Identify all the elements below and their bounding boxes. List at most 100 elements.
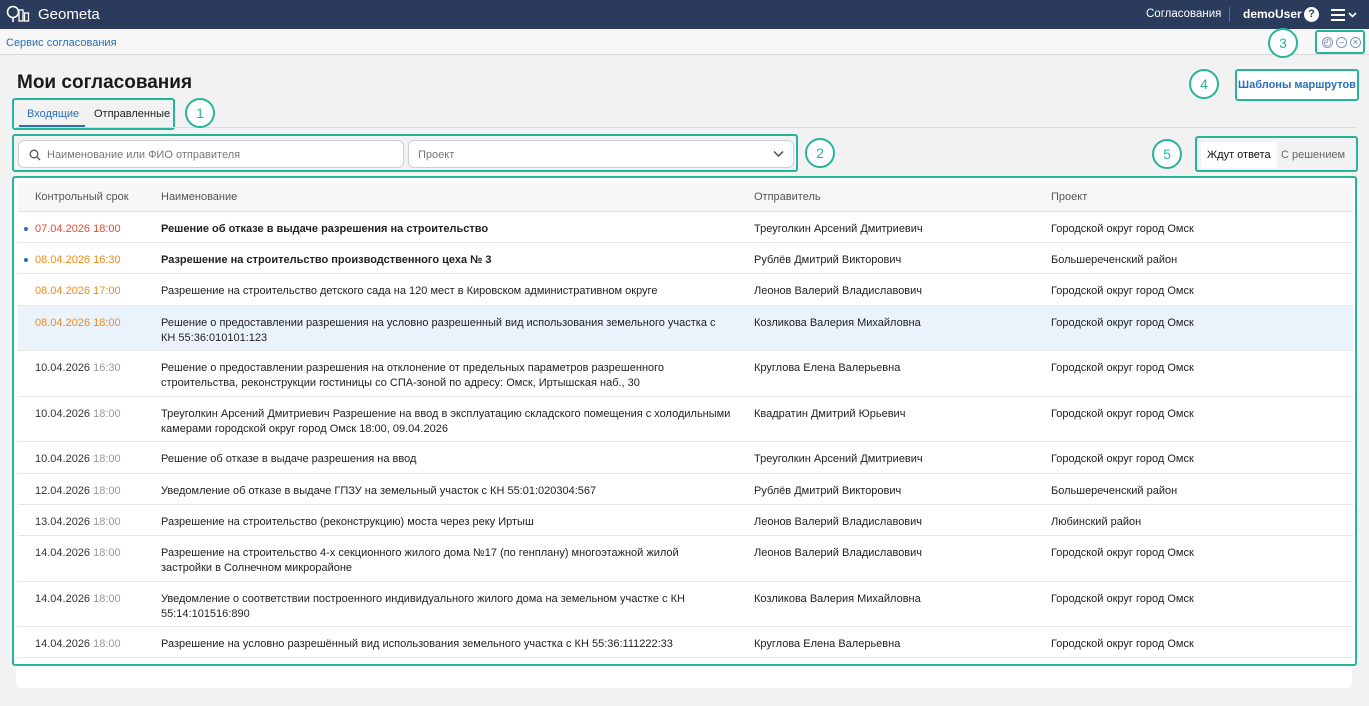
sender-cell: Леонов Валерий Владиславович — [754, 547, 923, 559]
deadline-date: 10.04.2026 — [35, 453, 91, 465]
deadline-date: 08.04.2026 — [35, 254, 91, 266]
route-templates-button[interactable]: Шаблоны маршрутов — [1235, 69, 1359, 101]
tab-incoming[interactable]: Входящие — [27, 108, 79, 120]
search-input[interactable] — [47, 147, 397, 163]
sender-cell: Козликова Валерия Михайловна — [754, 593, 921, 605]
column-header-sender[interactable]: Отправитель — [754, 191, 821, 203]
project-cell: Городской округ город Омск — [1051, 453, 1194, 465]
table-row[interactable]: 14.04.2026 18:00 Разрешение на условно ра… — [18, 627, 1353, 658]
status-awaiting-button[interactable]: Ждут ответа — [1201, 142, 1277, 168]
sender-cell: Леонов Валерий Владиславович — [754, 285, 923, 297]
tabs: Входящие Отправленные — [12, 98, 175, 130]
table-row[interactable]: 12.04.2026 18:00 Уведомление об отказе в … — [18, 474, 1353, 505]
close-icon[interactable]: × — [1350, 37, 1361, 48]
divider — [1229, 7, 1230, 22]
deadline-date: 08.04.2026 — [35, 285, 91, 297]
callout-badge: 1 — [185, 98, 215, 128]
nav-link-approvals[interactable]: Согласования — [1146, 8, 1221, 20]
search-icon — [29, 149, 41, 161]
deadline-cell: 13.04.2026 18:00 — [35, 515, 121, 530]
sender-cell: Козликова Валерия Михайловна — [754, 317, 921, 329]
deadline-cell: 10.04.2026 18:00 — [35, 407, 121, 422]
menu-icon[interactable] — [1330, 7, 1358, 23]
table-row[interactable]: 08.04.2026 18:00 Решение о предоставлении… — [18, 306, 1353, 351]
window-controls: ◴ – × — [1315, 30, 1365, 54]
divider — [16, 127, 1356, 128]
column-header-deadline[interactable]: Контрольный срок — [35, 191, 129, 203]
deadline-date: 14.04.2026 — [35, 638, 91, 650]
project-select[interactable]: Проект — [408, 140, 794, 168]
name-cell: Решение об отказе в выдаче разрешения на… — [161, 453, 417, 465]
name-cell: Разрешение на условно разрешённый вид ис… — [161, 638, 673, 650]
unread-dot-icon — [24, 258, 28, 262]
app-name: Geometa — [38, 6, 100, 23]
project-cell: Городской округ город Омск — [1051, 285, 1194, 297]
table-row[interactable]: 14.04.2026 18:00 Разрешение на строительс… — [18, 536, 1353, 582]
help-icon[interactable]: ? — [1304, 7, 1319, 22]
deadline-time: 18:00 — [93, 593, 121, 605]
project-cell: Большереченский район — [1051, 254, 1178, 266]
filters: Проект — [12, 134, 798, 172]
callout-badge: 5 — [1152, 139, 1182, 169]
deadline-time: 18:00 — [93, 638, 121, 650]
username[interactable]: demoUser — [1243, 7, 1302, 21]
name-cell: Уведомление об отказе в выдаче ГПЗУ на з… — [161, 485, 597, 497]
project-cell: Городской округ город Омск — [1051, 547, 1194, 559]
deadline-time: 18:00 — [93, 223, 121, 235]
name-cell: Решение об отказе в выдаче разрешения на… — [161, 223, 489, 235]
deadline-date: 14.04.2026 — [35, 593, 91, 605]
table-row[interactable]: 07.04.2026 18:00 Решение об отказе в выда… — [18, 212, 1353, 243]
sub-bar: Сервис согласования — [0, 29, 1369, 55]
deadline-date: 14.04.2026 — [35, 547, 91, 559]
table-row[interactable]: 10.04.2026 18:00 Решение об отказе в выда… — [18, 442, 1353, 474]
history-icon[interactable]: ◴ — [1322, 37, 1333, 48]
deadline-date: 13.04.2026 — [35, 516, 91, 528]
deadline-time: 18:00 — [93, 516, 121, 528]
deadline-time: 18:00 — [93, 485, 121, 497]
deadline-time: 16:30 — [93, 362, 121, 374]
deadline-cell: 10.04.2026 16:30 — [35, 361, 121, 376]
project-cell: Городской округ город Омск — [1051, 593, 1194, 605]
deadline-time: 18:00 — [93, 453, 121, 465]
table-body: 07.04.2026 18:00 Решение об отказе в выда… — [18, 212, 1353, 658]
table-row[interactable]: 13.04.2026 18:00 Разрешение на строительс… — [18, 505, 1353, 536]
table-row[interactable]: 08.04.2026 17:00 Разрешение на строительс… — [18, 274, 1353, 306]
deadline-time: 18:00 — [93, 547, 121, 559]
project-cell: Городской округ город Омск — [1051, 317, 1194, 329]
tab-sent[interactable]: Отправленные — [94, 108, 170, 120]
breadcrumb[interactable]: Сервис согласования — [6, 37, 117, 49]
name-cell: Разрешение на строительство детского сад… — [161, 285, 658, 297]
project-cell: Городской округ город Омск — [1051, 408, 1194, 420]
deadline-time: 17:00 — [93, 285, 121, 297]
deadline-cell: 10.04.2026 18:00 — [35, 452, 121, 467]
deadline-date: 08.04.2026 — [35, 317, 91, 329]
deadline-date: 10.04.2026 — [35, 408, 91, 420]
sender-cell: Треуголкин Арсений Дмитриевич — [754, 453, 923, 465]
project-cell: Городской округ город Омск — [1051, 638, 1194, 650]
table-row[interactable]: 10.04.2026 16:30 Решение о предоставлении… — [18, 351, 1353, 397]
sender-cell: Рублёв Дмитрий Викторович — [754, 254, 902, 266]
column-header-name[interactable]: Наименование — [161, 191, 237, 203]
callout-badge: 3 — [1268, 28, 1298, 58]
project-cell: Городской округ город Омск — [1051, 223, 1194, 235]
name-cell: Решение о предоставлении разрешения на у… — [161, 317, 716, 344]
project-select-placeholder: Проект — [418, 149, 455, 161]
table-row[interactable]: 14.04.2026 18:00 Уведомление о соответств… — [18, 582, 1353, 627]
deadline-cell: 12.04.2026 18:00 — [35, 484, 121, 499]
table-row[interactable]: 10.04.2026 18:00 Треуголкин Арсений Дмитр… — [18, 397, 1353, 442]
table-row[interactable]: 08.04.2026 16:30 Разрешение на строительс… — [18, 243, 1353, 274]
name-cell: Разрешение на строительство 4-х секционн… — [161, 547, 679, 574]
minimize-icon[interactable]: – — [1336, 37, 1347, 48]
deadline-cell: 07.04.2026 18:00 — [35, 222, 121, 237]
sender-cell: Круглова Елена Валерьевна — [754, 638, 901, 650]
name-cell: Решение о предоставлении разрешения на о… — [161, 362, 665, 389]
sender-cell: Круглова Елена Валерьевна — [754, 362, 901, 374]
search-box[interactable] — [18, 140, 404, 168]
column-header-project[interactable]: Проект — [1051, 191, 1087, 203]
status-filter: Ждут ответа С решением — [1195, 136, 1358, 172]
deadline-time: 18:00 — [93, 317, 121, 329]
project-cell: Большереченский район — [1051, 485, 1178, 497]
name-cell: Уведомление о соответствии построенного … — [161, 593, 685, 620]
status-decided-button[interactable]: С решением — [1275, 142, 1351, 168]
geometa-logo-icon — [6, 5, 30, 22]
